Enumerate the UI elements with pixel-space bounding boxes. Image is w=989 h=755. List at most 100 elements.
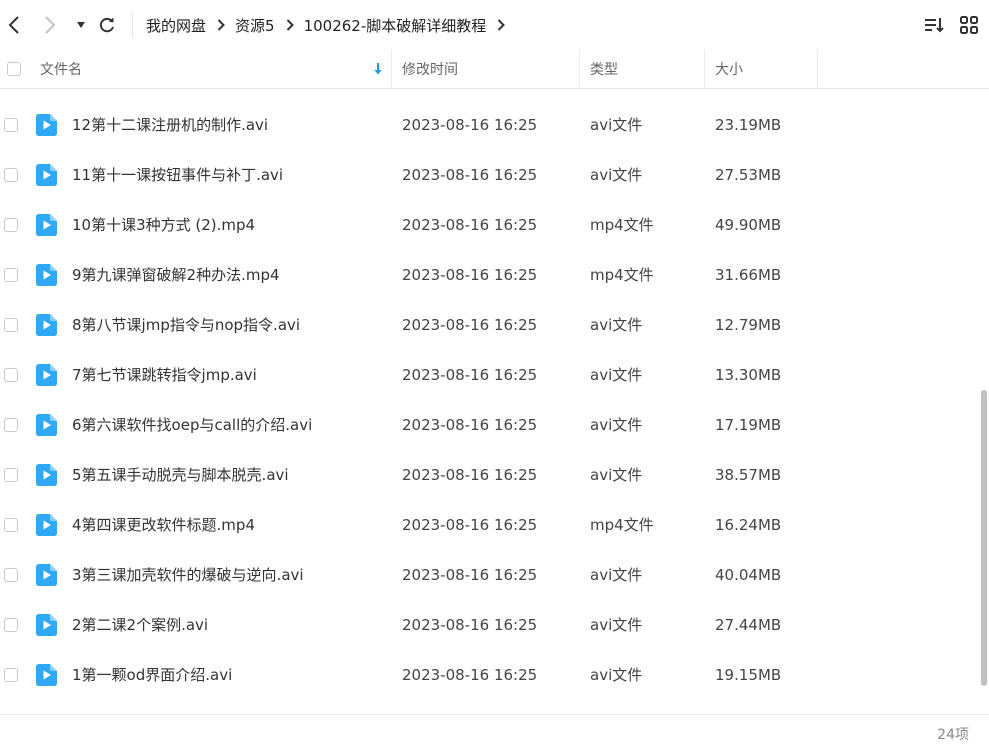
file-modified: 2023-08-16 16:25: [402, 566, 538, 584]
history-dropdown-button[interactable]: [69, 12, 93, 38]
file-size: 18.78MB: [715, 89, 781, 100]
file-row[interactable]: 10第十课3种方式 (2).mp4 2023-08-16 16:25 mp4文件 49…: [0, 200, 978, 250]
file-type: avi文件: [590, 416, 643, 434]
caret-down-icon: [77, 22, 85, 28]
file-name[interactable]: 4第四课更改软件标题.mp4: [72, 500, 255, 550]
file-name[interactable]: 7第七节课跳转指令jmp.avi: [72, 350, 257, 400]
file-name[interactable]: 3第三课加壳软件的爆破与逆向.avi: [72, 550, 304, 600]
file-rows: 13第十三课单机软件忘记密码了咋办.avi 2023-08-16 16:25 avi…: [0, 89, 978, 700]
column-header-modified[interactable]: 修改时间: [402, 50, 458, 88]
file-modified: 2023-08-16 16:25: [402, 366, 538, 384]
file-type: avi文件: [590, 116, 643, 134]
refresh-icon: [99, 17, 114, 33]
file-name[interactable]: 5第五课手动脱壳与脚本脱壳.avi: [72, 450, 289, 500]
row-checkbox[interactable]: [4, 168, 18, 182]
file-modified: 2023-08-16 16:25: [402, 466, 538, 484]
refresh-button[interactable]: [95, 12, 119, 38]
file-row[interactable]: 8第八节课jmp指令与nop指令.avi 2023-08-16 16:25 avi文…: [0, 300, 978, 350]
file-row[interactable]: 9第九课弹窗破解2种办法.mp4 2023-08-16 16:25 mp4文件 31.…: [0, 250, 978, 300]
row-checkbox[interactable]: [4, 668, 18, 682]
column-header-type[interactable]: 类型: [590, 50, 618, 88]
select-all-checkbox[interactable]: [7, 50, 21, 88]
file-name[interactable]: 2第二课2个案例.avi: [72, 600, 208, 650]
video-file-icon: [36, 664, 57, 686]
file-size: 16.24MB: [715, 516, 782, 534]
file-row[interactable]: 1第一颗od界面介绍.avi 2023-08-16 16:25 avi文件 19.15…: [0, 650, 978, 700]
file-modified: 2023-08-16 16:25: [402, 416, 538, 434]
file-modified: 2023-08-16 16:25: [402, 266, 538, 284]
file-modified: 2023-08-16 16:25: [402, 316, 538, 334]
row-checkbox[interactable]: [4, 618, 18, 632]
breadcrumb: 我的网盘 资源5 100262-脚本破解详细教程: [146, 0, 515, 50]
column-divider: [391, 50, 392, 88]
file-name[interactable]: 8第八节课jmp指令与nop指令.avi: [72, 300, 300, 350]
file-modified: 2023-08-16 16:25: [402, 516, 538, 534]
column-divider: [704, 50, 705, 88]
back-button[interactable]: [2, 12, 26, 38]
sort-list-icon: [925, 18, 944, 33]
row-checkbox[interactable]: [4, 268, 18, 282]
row-checkbox[interactable]: [4, 518, 18, 532]
status-bar: 24项: [0, 714, 989, 750]
file-type: avi文件: [590, 316, 643, 334]
file-list: 13第十三课单机软件忘记密码了咋办.avi 2023-08-16 16:25 avi…: [0, 89, 978, 714]
file-name[interactable]: 1第一颗od界面介绍.avi: [72, 650, 232, 700]
file-size: 40.04MB: [715, 566, 782, 584]
video-file-icon: [36, 614, 57, 636]
file-type: avi文件: [590, 366, 643, 384]
file-name[interactable]: 13第十三课单机软件忘记密码了咋办.avi: [72, 89, 343, 100]
file-name[interactable]: 6第六课软件找oep与call的介绍.avi: [72, 400, 312, 450]
chevron-right-icon: [286, 19, 294, 31]
file-row[interactable]: 12第十二课注册机的制作.avi 2023-08-16 16:25 avi文件 23.…: [0, 100, 978, 150]
column-header-size-label: 大小: [715, 62, 743, 78]
forward-button[interactable]: [38, 12, 62, 38]
file-size: 31.66MB: [715, 266, 782, 284]
file-size: 12.79MB: [715, 316, 782, 334]
column-header-name[interactable]: 文件名: [40, 50, 390, 88]
file-size: 27.44MB: [715, 616, 782, 634]
sort-down-arrow-icon: [373, 62, 383, 80]
row-checkbox[interactable]: [4, 218, 18, 232]
breadcrumb-item-root[interactable]: 我的网盘: [146, 15, 206, 36]
file-row[interactable]: 3第三课加壳软件的爆破与逆向.avi 2023-08-16 16:25 avi文件 4…: [0, 550, 978, 600]
file-name[interactable]: 9第九课弹窗破解2种办法.mp4: [72, 250, 280, 300]
video-file-icon: [36, 314, 57, 336]
scrollbar-thumb[interactable]: [981, 390, 987, 686]
file-name[interactable]: 12第十二课注册机的制作.avi: [72, 100, 268, 150]
file-size: 17.19MB: [715, 416, 782, 434]
row-checkbox[interactable]: [4, 468, 18, 482]
file-name[interactable]: 11第十一课按钮事件与补丁.avi: [72, 150, 283, 200]
file-row[interactable]: 5第五课手动脱壳与脚本脱壳.avi 2023-08-16 16:25 avi文件 38…: [0, 450, 978, 500]
file-row[interactable]: 2第二课2个案例.avi 2023-08-16 16:25 avi文件 27.44MB: [0, 600, 978, 650]
breadcrumb-item-folder[interactable]: 资源5: [235, 15, 275, 36]
chevron-right-icon: [217, 19, 225, 31]
chevron-left-icon: [8, 16, 19, 34]
file-row[interactable]: 4第四课更改软件标题.mp4 2023-08-16 16:25 mp4文件 16.24…: [0, 500, 978, 550]
file-type: mp4文件: [590, 516, 654, 534]
row-checkbox[interactable]: [4, 318, 18, 332]
column-header-name-label: 文件名: [40, 62, 82, 78]
file-size: 13.30MB: [715, 366, 782, 384]
video-file-icon: [36, 264, 57, 286]
row-checkbox[interactable]: [4, 568, 18, 582]
file-row[interactable]: 11第十一课按钮事件与补丁.avi 2023-08-16 16:25 avi文件 27…: [0, 150, 978, 200]
row-checkbox[interactable]: [4, 418, 18, 432]
video-file-icon: [36, 464, 57, 486]
row-checkbox[interactable]: [4, 368, 18, 382]
file-name[interactable]: 10第十课3种方式 (2).mp4: [72, 200, 255, 250]
file-row[interactable]: 6第六课软件找oep与call的介绍.avi 2023-08-16 16:25 av…: [0, 400, 978, 450]
file-row[interactable]: 13第十三课单机软件忘记密码了咋办.avi 2023-08-16 16:25 avi…: [0, 89, 978, 100]
breadcrumb-item-current[interactable]: 100262-脚本破解详细教程: [304, 15, 487, 36]
file-size: 27.53MB: [715, 166, 782, 184]
sort-button[interactable]: [923, 14, 945, 36]
row-checkbox[interactable]: [4, 118, 18, 132]
column-header-size[interactable]: 大小: [715, 50, 743, 88]
file-modified: 2023-08-16 16:25: [402, 616, 538, 634]
chevron-right-icon[interactable]: [497, 19, 506, 31]
file-size: 23.19MB: [715, 116, 782, 134]
file-row[interactable]: 7第七节课跳转指令jmp.avi 2023-08-16 16:25 avi文件 13.…: [0, 350, 978, 400]
item-count: 24项: [937, 727, 969, 743]
video-file-icon: [36, 114, 57, 136]
grid-view-button[interactable]: [958, 14, 980, 36]
video-file-icon: [36, 164, 57, 186]
